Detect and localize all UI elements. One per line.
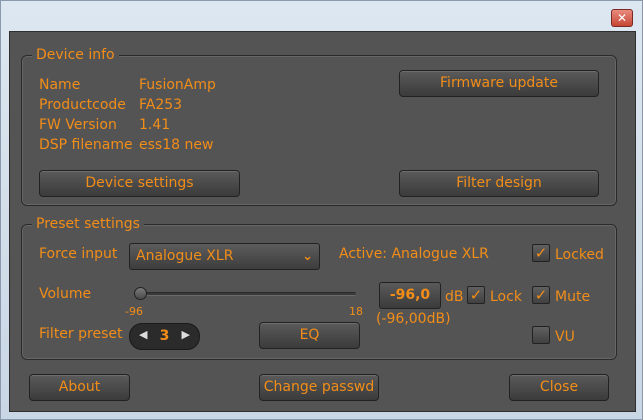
chevron-down-icon: ⌄ xyxy=(302,249,313,264)
device-info-legend: Device info xyxy=(32,47,119,63)
volume-slider-thumb[interactable] xyxy=(134,287,147,300)
preset-settings-legend: Preset settings xyxy=(32,216,144,232)
volume-label: Volume xyxy=(39,286,92,302)
volume-unit: dB xyxy=(445,289,464,305)
about-button[interactable]: About xyxy=(29,374,130,401)
check-icon: ✓ xyxy=(534,244,548,262)
volume-min-tick: -96 xyxy=(125,305,143,318)
eq-button[interactable]: EQ xyxy=(259,322,360,349)
filter-design-button[interactable]: Filter design xyxy=(399,170,599,197)
filter-preset-label: Filter preset xyxy=(39,326,123,342)
volume-db-readout: (-96,00dB) xyxy=(376,311,451,327)
filter-preset-stepper[interactable]: ◀ 3 ▶ xyxy=(129,323,200,350)
volume-max-tick: 18 xyxy=(349,305,363,318)
mute-checkbox[interactable]: ✓ xyxy=(532,286,550,304)
volume-lock-checkbox[interactable]: ✓ xyxy=(467,286,485,304)
window-close-icon[interactable]: ✕ xyxy=(611,9,633,27)
volume-lock-label: Lock xyxy=(490,289,522,305)
productcode-value: FA253 xyxy=(139,97,183,113)
device-settings-button[interactable]: Device settings xyxy=(39,170,240,197)
change-passwd-button[interactable]: Change passwd xyxy=(259,374,379,401)
dsp-filename-value: ess18 new xyxy=(139,137,214,153)
force-input-dropdown[interactable]: Analogue XLR ⌄ xyxy=(129,243,320,270)
dsp-filename-label: DSP filename xyxy=(39,137,133,153)
volume-slider-track[interactable] xyxy=(134,292,356,296)
dialog-window: ✕ Device info Name FusionAmp Productcode… xyxy=(0,0,643,420)
volume-value-field[interactable]: -96,0 xyxy=(379,282,441,309)
check-icon: ✓ xyxy=(469,286,483,304)
check-icon: ✓ xyxy=(534,286,548,304)
arrow-right-icon[interactable]: ▶ xyxy=(182,328,190,341)
active-input-text: Active: Analogue XLR xyxy=(339,246,489,262)
locked-label: Locked xyxy=(555,247,604,263)
close-button[interactable]: Close xyxy=(509,374,609,401)
force-input-label: Force input xyxy=(39,246,118,262)
vu-checkbox[interactable] xyxy=(532,326,550,344)
vu-label: VU xyxy=(555,329,575,345)
locked-checkbox[interactable]: ✓ xyxy=(532,244,550,262)
name-value: FusionAmp xyxy=(139,77,216,93)
mute-label: Mute xyxy=(555,289,591,305)
fw-version-value: 1.41 xyxy=(139,117,171,133)
firmware-update-button[interactable]: Firmware update xyxy=(399,70,599,97)
force-input-selected: Analogue XLR xyxy=(136,248,234,264)
fw-version-label: FW Version xyxy=(39,117,117,133)
productcode-label: Productcode xyxy=(39,97,126,113)
name-label: Name xyxy=(39,77,81,93)
